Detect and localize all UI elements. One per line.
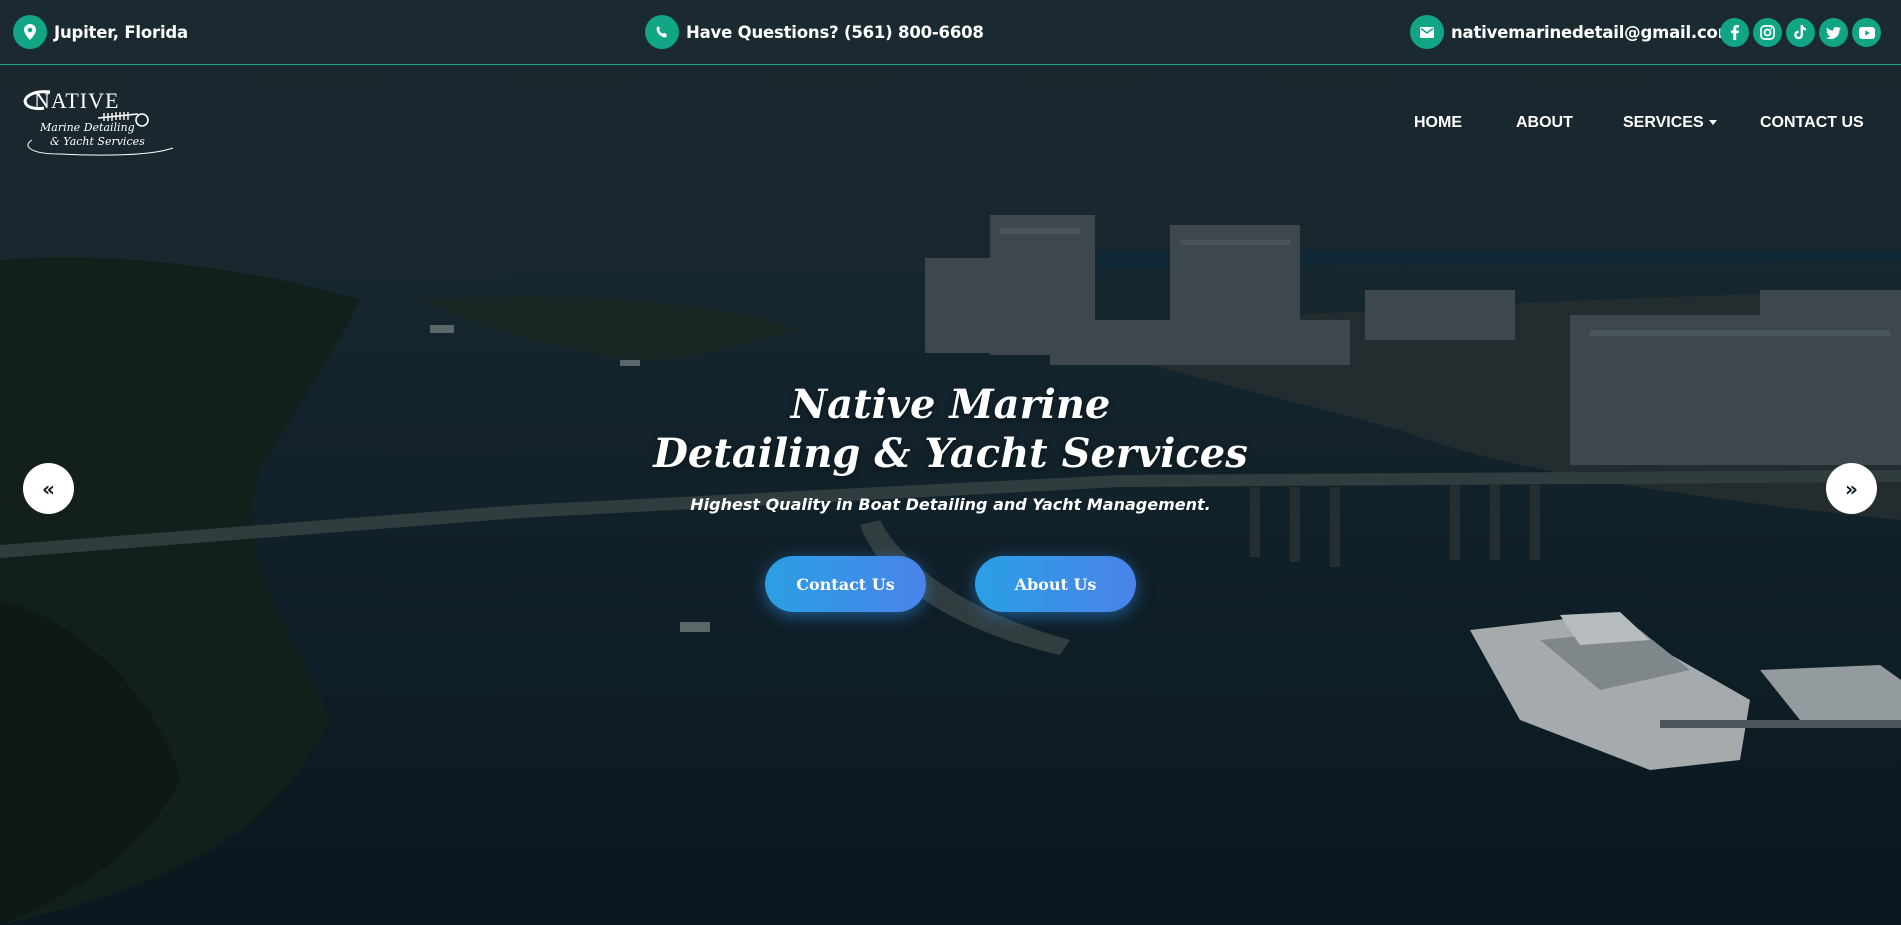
hero-subtitle: Highest Quality in Boat Detailing and Ya… [690, 495, 1211, 514]
svg-text:& Yacht Services: & Yacht Services [50, 135, 145, 148]
location-text: Jupiter, Florida [54, 22, 188, 42]
phone-text[interactable]: Have Questions? (561) 800-6608 [686, 23, 984, 42]
social-links [1720, 18, 1881, 47]
slider-prev-button[interactable]: « [23, 463, 74, 514]
nav-services[interactable]: SERVICES [1623, 114, 1717, 132]
tiktok-icon[interactable] [1786, 18, 1815, 47]
hero-title-line2: Detailing & Yacht Services [653, 430, 1248, 477]
caret-down-icon [1708, 120, 1717, 126]
svg-text:NATIVE: NATIVE [34, 88, 119, 113]
nav-about[interactable]: ABOUT [1516, 114, 1573, 132]
hero-title-line1: Native Marine [790, 381, 1111, 428]
nav-contact[interactable]: CONTACT US [1760, 114, 1864, 132]
top-contact-bar: Jupiter, Florida Have Questions? (561) 8… [0, 0, 1901, 65]
youtube-icon[interactable] [1852, 18, 1881, 47]
about-us-button[interactable]: About Us [975, 556, 1136, 612]
nav-services-label: SERVICES [1623, 114, 1704, 131]
nav-home[interactable]: HOME [1414, 114, 1462, 132]
phone-info[interactable]: Have Questions? (561) 800-6608 [645, 15, 984, 49]
facebook-icon[interactable] [1720, 18, 1749, 47]
slider-next-button[interactable]: » [1826, 463, 1877, 514]
main-navigation: HOME ABOUT SERVICES CONTACT US [0, 114, 1901, 134]
map-pin-icon [13, 15, 47, 49]
location-info: Jupiter, Florida [13, 15, 188, 49]
email-info[interactable]: nativemarinedetail@gmail.com [1410, 15, 1735, 49]
email-text[interactable]: nativemarinedetail@gmail.com [1451, 23, 1735, 42]
contact-us-button[interactable]: Contact Us [765, 556, 926, 612]
phone-icon [645, 15, 679, 49]
twitter-icon[interactable] [1819, 18, 1848, 47]
hero-title: Native Marine Detailing & Yacht Services [0, 380, 1901, 478]
instagram-icon[interactable] [1753, 18, 1782, 47]
envelope-icon [1410, 15, 1444, 49]
